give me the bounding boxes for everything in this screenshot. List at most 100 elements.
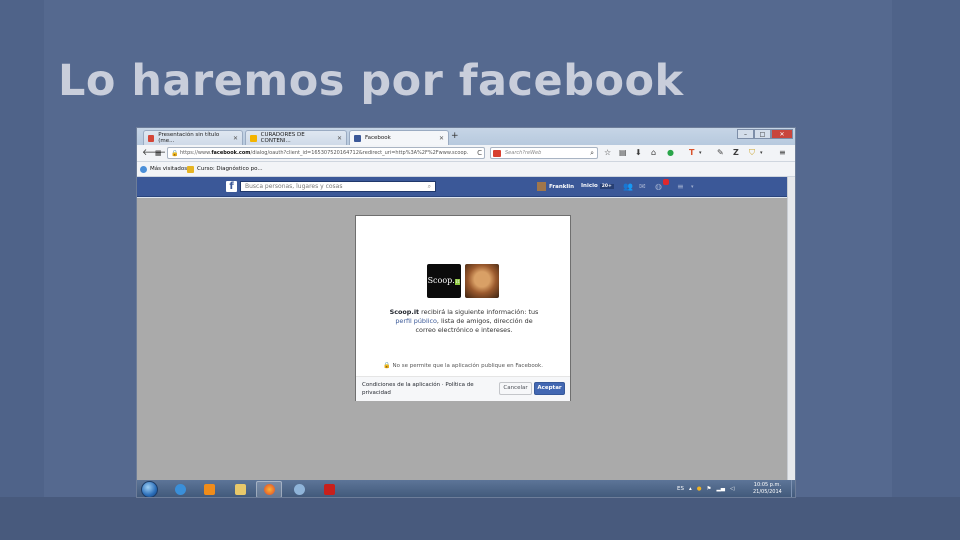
tab-curadores[interactable]: CURADORES DE CONTENI... ✕ <box>245 130 347 145</box>
privacy-icon[interactable]: ≡ <box>677 182 684 192</box>
minimize-icon[interactable]: – <box>737 129 754 139</box>
slide-bottom-band <box>0 497 960 540</box>
browser-screenshot: Presentación sin título (me... ✕ CURADOR… <box>136 127 796 498</box>
clock-time: 10:05 p.m. <box>753 482 782 488</box>
chevron-down-icon[interactable]: ▾ <box>699 148 702 158</box>
friends-icon[interactable]: 👥 <box>623 182 633 192</box>
facebook-header: f Busca personas, lugares y cosas ⌕ Fran… <box>137 177 789 197</box>
tab-label: Presentación sin título (me... <box>158 132 220 144</box>
menu-icon[interactable]: ≡ <box>779 148 786 158</box>
window-controls: – □ ✕ <box>737 129 793 139</box>
lock-icon: 🔒 <box>383 362 391 369</box>
oauth-dialog: Scoop.it Scoop.it recibirá la siguiente … <box>355 215 571 401</box>
search-icon[interactable]: ⌕ <box>428 182 431 192</box>
volume-icon[interactable]: ◁ <box>730 483 734 495</box>
search-engine-icon <box>493 150 501 157</box>
search-icon[interactable]: ⌕ <box>590 148 594 159</box>
new-tab-button[interactable]: + <box>451 131 459 141</box>
taskbar-firefox[interactable] <box>256 481 282 497</box>
search-bar[interactable]: Search?reWeb ⌕ <box>490 147 598 159</box>
bookmarks-bar: Más visitados Curso: Diagnóstico po... <box>137 162 795 177</box>
bookmark-label: Curso: Diagnóstico po... <box>197 166 263 172</box>
search-placeholder: Search?reWeb <box>505 150 542 156</box>
url-prefix: https://www. <box>180 150 212 156</box>
scoopit-logo-suffix: it <box>454 279 461 285</box>
show-desktop-button[interactable] <box>791 480 795 497</box>
app-logos: Scoop.it <box>427 264 499 298</box>
posting-notice: 🔒 No se permite que la aplicación publiqu… <box>356 362 570 369</box>
maximize-icon[interactable]: □ <box>754 129 771 139</box>
scoopit-logo-text: Scoop. <box>427 276 455 285</box>
slide-side-band-left <box>0 0 44 540</box>
url-domain: facebook.com <box>211 150 251 156</box>
notification-badge <box>663 179 669 185</box>
permission-text-part-1: recibirá la siguiente información: tus <box>419 308 539 316</box>
notifications-icon[interactable]: ◍ <box>655 182 662 192</box>
language-indicator[interactable]: ES <box>677 483 684 495</box>
flag-icon[interactable]: ⚑ <box>707 483 712 495</box>
facebook-logo-icon[interactable]: f <box>226 181 237 192</box>
facebook-profile-link[interactable]: Franklin <box>537 182 574 191</box>
bookmark-icon <box>187 166 194 173</box>
home-icon[interactable]: ⌂ <box>651 148 656 158</box>
clipboard-icon[interactable]: ▤ <box>619 148 627 158</box>
url-bar[interactable]: 🔒 https://www.facebook.com/dialog/oauth?… <box>167 147 485 159</box>
close-icon[interactable]: ✕ <box>233 135 238 142</box>
history-icon[interactable]: ▦ <box>155 148 162 158</box>
palette-icon <box>293 484 305 495</box>
tab-label: Facebook <box>365 135 391 141</box>
lock-icon: 🔒 <box>171 150 179 157</box>
facebook-icon <box>354 134 361 142</box>
user-profile-photo <box>465 264 499 298</box>
chevron-down-icon[interactable]: ▾ <box>760 148 763 158</box>
slide-side-band-right <box>892 0 960 540</box>
facebook-home-link[interactable]: Inicio 20+ <box>581 183 614 189</box>
windows-taskbar: ES ▴ ● ⚑ ▂▄ ◁ 10:05 p.m. 21/05/2014 <box>137 480 795 497</box>
chevron-up-icon[interactable]: ▴ <box>689 483 692 495</box>
taskbar-acrobat[interactable] <box>316 481 342 497</box>
star-icon[interactable]: ☆ <box>604 148 611 158</box>
gmail-icon <box>148 134 155 142</box>
permission-text: Scoop.it recibirá la siguiente informaci… <box>386 308 542 335</box>
shield-icon[interactable]: ⛉ <box>749 148 755 158</box>
chevron-down-icon[interactable]: ▾ <box>691 182 694 192</box>
pdf-icon <box>323 484 335 495</box>
vertical-scrollbar[interactable] <box>787 177 795 480</box>
close-icon[interactable]: ✕ <box>337 135 342 142</box>
window-close-icon[interactable]: ✕ <box>771 129 793 139</box>
messages-icon[interactable]: ✉ <box>639 182 646 192</box>
tray-app-icon[interactable]: ● <box>697 483 702 495</box>
bookmark-curso[interactable]: Curso: Diagnóstico po... <box>187 162 263 177</box>
terms-privacy-links[interactable]: Condiciones de la aplicación · Política … <box>362 382 492 397</box>
green-circle-icon[interactable]: ● <box>667 148 674 158</box>
network-icon[interactable]: ▂▄ <box>716 483 724 495</box>
folder-icon <box>234 484 246 495</box>
taskbar-media-player[interactable] <box>196 481 222 497</box>
tab-facebook[interactable]: Facebook ✕ <box>349 130 449 145</box>
facebook-search-placeholder: Busca personas, lugares y cosas <box>245 183 343 190</box>
tab-presentation[interactable]: Presentación sin título (me... ✕ <box>143 130 243 145</box>
start-button[interactable] <box>141 481 158 497</box>
facebook-search-input[interactable]: Busca personas, lugares y cosas ⌕ <box>240 181 436 192</box>
public-profile-link[interactable]: perfil público <box>395 317 437 325</box>
tab-bar: Presentación sin título (me... ✕ CURADOR… <box>137 128 795 145</box>
download-icon[interactable]: ⬇ <box>635 148 642 158</box>
z-extension-icon[interactable]: Z <box>733 148 739 158</box>
cancel-button[interactable]: Cancelar <box>499 382 532 395</box>
close-icon[interactable]: ✕ <box>439 135 444 142</box>
taskbar-paint[interactable] <box>286 481 312 497</box>
bookmark-most-visited[interactable]: Más visitados <box>140 162 187 177</box>
taskbar-clock[interactable]: 10:05 p.m. 21/05/2014 <box>753 482 782 496</box>
taskbar-explorer[interactable] <box>227 481 253 497</box>
taskbar-internet-explorer[interactable] <box>167 481 193 497</box>
url-path: /dialog/oauth?client_id=165307520164712&… <box>250 150 469 156</box>
scoopit-logo: Scoop.it <box>427 264 461 298</box>
clock-date: 21/05/2014 <box>753 489 782 495</box>
reload-icon[interactable]: C <box>477 148 482 158</box>
accept-button[interactable]: Aceptar <box>534 382 565 395</box>
app-name: Scoop.it <box>389 308 420 316</box>
t-extension-icon[interactable]: T <box>689 148 694 158</box>
feather-icon[interactable]: ✎ <box>717 148 724 158</box>
home-count-badge: 20+ <box>599 184 614 189</box>
slides-icon <box>250 134 257 142</box>
